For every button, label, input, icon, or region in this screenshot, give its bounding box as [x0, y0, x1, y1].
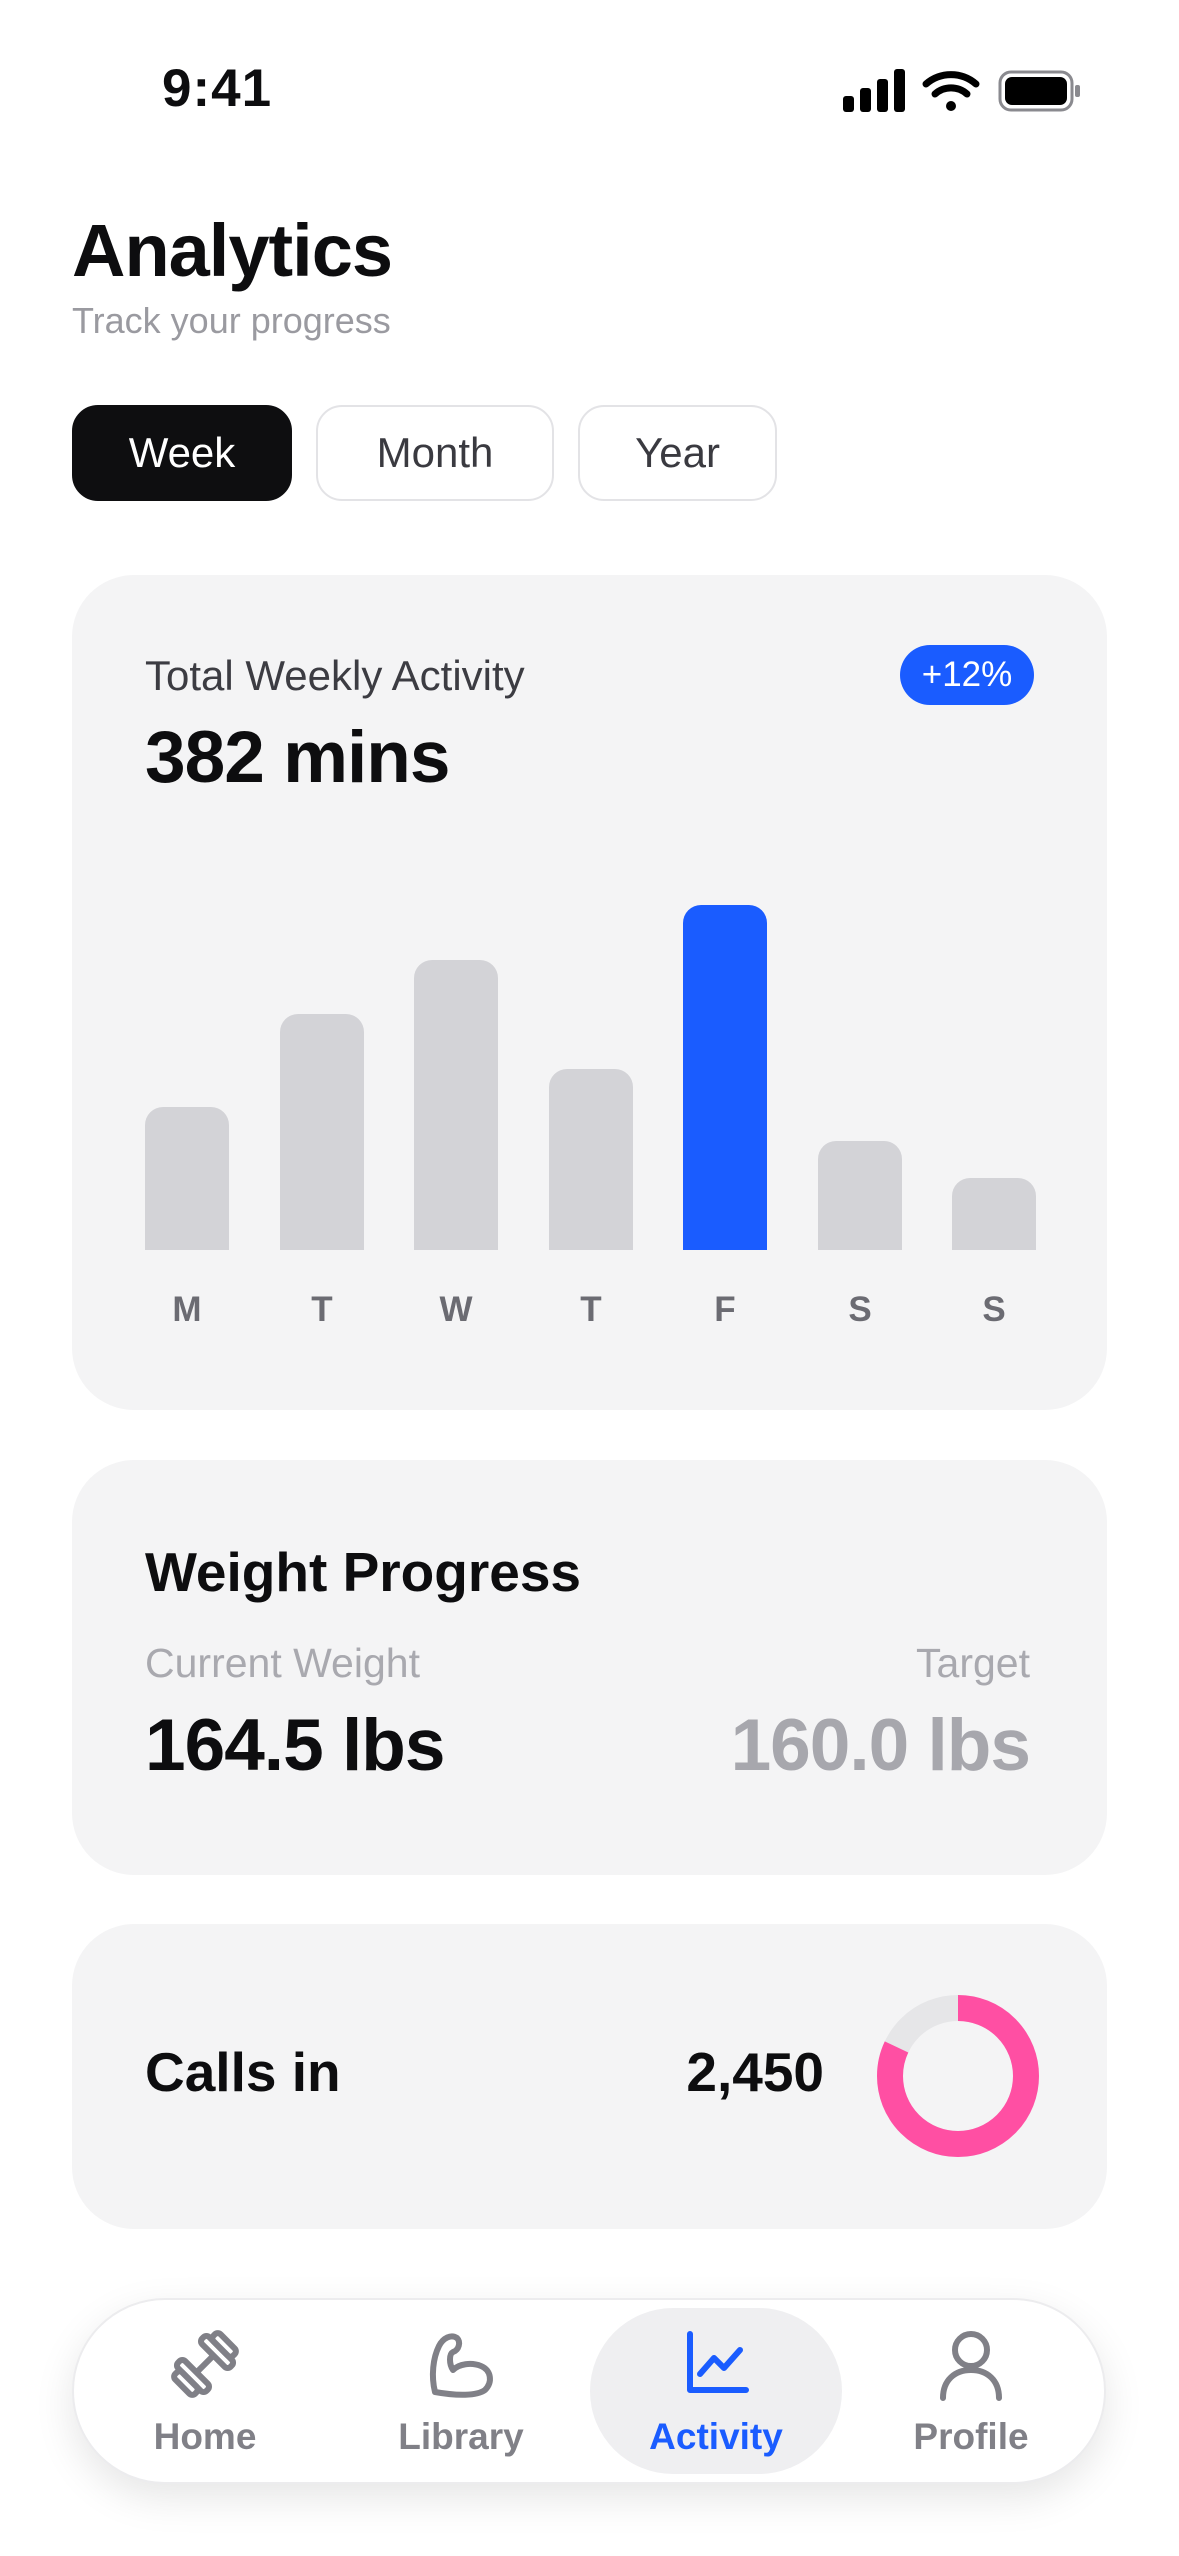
chart-bar — [145, 1107, 229, 1250]
chart-bar — [818, 1141, 902, 1250]
change-badge: +12% — [900, 645, 1034, 705]
status-time: 9:41 — [162, 59, 273, 118]
chart-bar — [683, 905, 767, 1250]
wifi-icon — [922, 71, 980, 111]
flexed-arm-icon — [429, 2333, 493, 2398]
calls-label: Calls in — [145, 2041, 341, 2103]
chart-day-label: M — [172, 1290, 202, 1329]
chart-day-label: T — [580, 1290, 602, 1329]
tab-month[interactable]: Month — [316, 405, 554, 501]
person-icon — [940, 2331, 1002, 2401]
chart-day-label: S — [848, 1290, 872, 1329]
nav-item-profile[interactable]: Profile — [846, 2298, 1096, 2484]
chart-day-label: S — [982, 1290, 1006, 1329]
nav-label-activity: Activity — [649, 2416, 783, 2457]
calls-value: 2,450 — [686, 2041, 824, 2103]
dumbbell-icon — [171, 2330, 239, 2398]
battery-icon — [998, 70, 1080, 112]
nav-item-home[interactable]: Home — [80, 2298, 330, 2484]
chart-bar — [549, 1069, 633, 1250]
status-icons — [843, 69, 1080, 112]
page-title: Analytics — [72, 209, 393, 292]
nav-label-library: Library — [398, 2416, 524, 2457]
weight-title: Weight Progress — [145, 1541, 582, 1603]
tab-year[interactable]: Year — [578, 405, 777, 501]
target-weight-label: Target — [916, 1640, 1030, 1686]
chart-bar — [280, 1014, 364, 1250]
activity-value: 382 mins — [145, 717, 450, 798]
nav-label-home: Home — [153, 2416, 257, 2457]
calls-progress-ring — [877, 1995, 1039, 2157]
tab-week[interactable]: Week — [72, 405, 292, 501]
chart-day-label: F — [714, 1290, 736, 1329]
nav-label-profile: Profile — [913, 2416, 1029, 2457]
signal-icon — [843, 69, 905, 112]
target-weight-value: 160.0 lbs — [730, 1705, 1031, 1786]
chart-day-label: T — [311, 1290, 333, 1329]
current-weight-value: 164.5 lbs — [145, 1705, 445, 1786]
chart-day-label: W — [439, 1290, 473, 1329]
current-weight-label: Current Weight — [145, 1640, 420, 1686]
chart-bar — [952, 1178, 1036, 1250]
activity-label: Total Weekly Activity — [145, 652, 525, 699]
chart-bar — [414, 960, 498, 1250]
nav-item-activity[interactable]: Activity — [591, 2298, 841, 2484]
page-subtitle: Track your progress — [72, 300, 391, 341]
chart-line-icon — [687, 2331, 749, 2393]
nav-item-library[interactable]: Library — [336, 2298, 586, 2484]
